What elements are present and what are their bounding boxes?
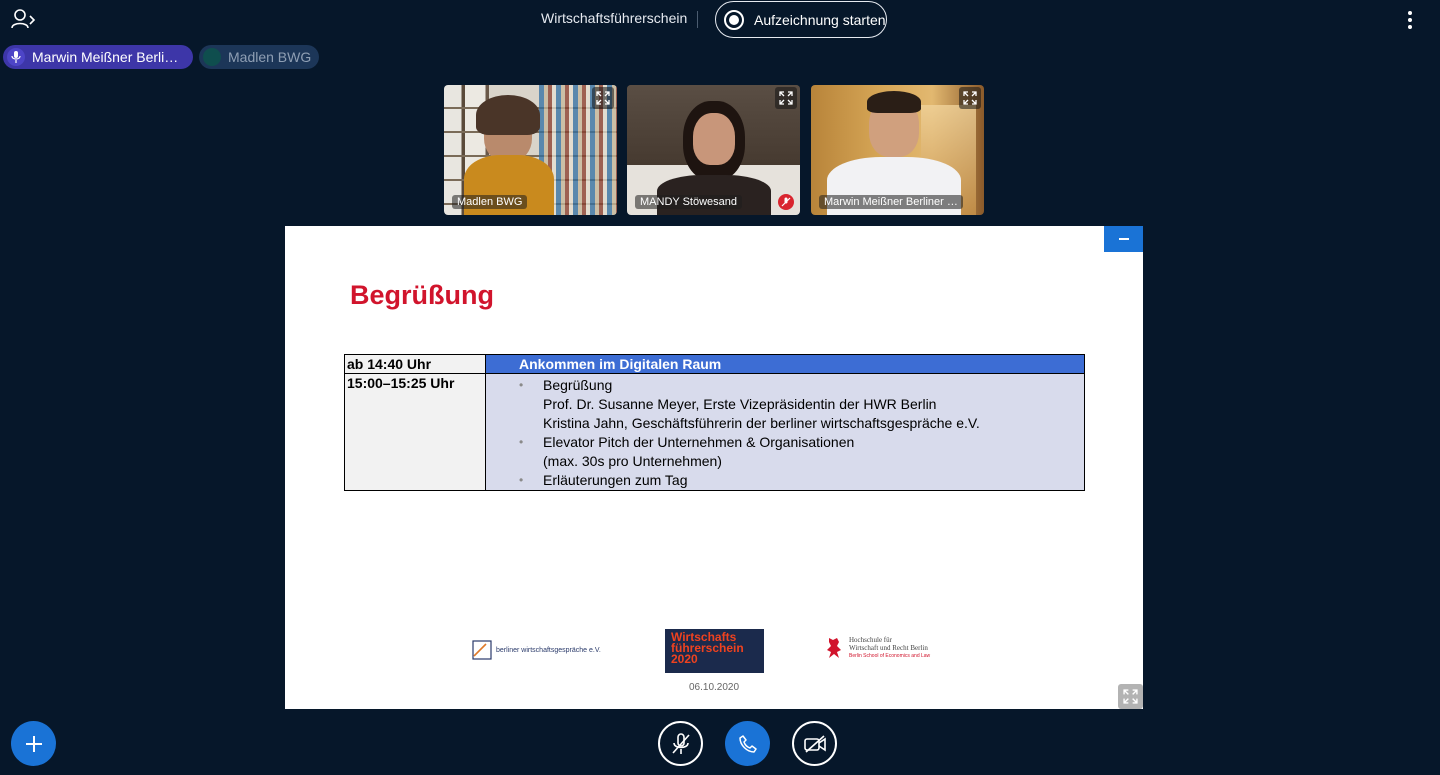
talking-indicator[interactable]: Madlen BWG <box>199 45 319 69</box>
hwr-line: Wirtschaft und Recht Berlin <box>849 644 928 652</box>
expand-icon <box>779 91 793 105</box>
microphone-muted-icon <box>671 732 690 754</box>
phone-icon <box>738 734 757 753</box>
logo-line: 2020 <box>671 652 698 666</box>
talking-indicator[interactable]: Marwin Meißner Berli… <box>3 45 193 69</box>
mute-button[interactable] <box>658 721 703 766</box>
top-bar: Wirtschaftsführerschein Aufzeichnung sta… <box>0 0 1440 40</box>
more-vertical-icon <box>1408 11 1412 15</box>
leave-audio-button[interactable] <box>725 721 770 766</box>
participant-name[interactable]: Marwin Meißner Berliner … <box>819 195 963 209</box>
list-item: Elevator Pitch der Unternehmen & Organis… <box>519 433 1084 452</box>
user-list-toggle[interactable] <box>10 7 36 31</box>
expand-video-button[interactable] <box>592 87 614 109</box>
agenda-table: ab 14:40 Uhr Ankommen im Digitalen Raum … <box>344 354 1085 491</box>
expand-icon <box>1123 689 1138 704</box>
microphone-icon <box>7 48 25 66</box>
bwg-logo-text: berliner wirtschaftsgespräche e.V. <box>496 646 601 654</box>
list-item: Erläuterungen zum Tag <box>519 471 1084 490</box>
list-item: (max. 30s pro Unternehmen) <box>543 453 722 469</box>
plus-icon <box>25 735 42 752</box>
talking-name: Marwin Meißner Berli… <box>32 49 179 65</box>
title-divider <box>697 11 698 28</box>
video-tile[interactable]: Madlen BWG <box>444 85 617 215</box>
slide-date: 06.10.2020 <box>689 682 740 693</box>
participant-name[interactable]: Madlen BWG <box>452 195 528 209</box>
video-tile[interactable]: MANDY Stöwesand <box>627 85 800 215</box>
video-off-icon <box>803 734 826 753</box>
table-row: 15:00–15:25 Uhr Begrüßung Prof. Dr. Susa… <box>344 373 1085 491</box>
microphone-icon <box>203 48 221 66</box>
participant-name[interactable]: MANDY Stöwesand <box>635 195 743 209</box>
list-item: Begrüßung <box>519 376 1084 395</box>
slide-title: Begrüßung <box>350 280 494 310</box>
actions-button[interactable] <box>11 721 56 766</box>
list-item: Prof. Dr. Susanne Meyer, Erste Vizepräsi… <box>543 396 937 412</box>
hwr-logo: Hochschule für Wirtschaft und Recht Berl… <box>825 636 930 660</box>
list-item: Kristina Jahn, Geschäftsführerin der ber… <box>543 415 980 431</box>
hwr-line: Hochschule für <box>849 636 892 644</box>
talking-name: Madlen BWG <box>228 49 312 65</box>
agenda-items: Begrüßung Prof. Dr. Susanne Meyer, Erste… <box>485 373 1085 491</box>
muted-badge <box>778 194 794 210</box>
agenda-time: 15:00–15:25 Uhr <box>344 373 486 491</box>
expand-icon <box>596 91 610 105</box>
expand-icon <box>963 91 977 105</box>
video-tile[interactable]: Marwin Meißner Berliner … <box>811 85 984 215</box>
table-row: ab 14:40 Uhr Ankommen im Digitalen Raum <box>344 354 1085 374</box>
minimize-presentation-button[interactable] <box>1104 226 1143 252</box>
agenda-time: ab 14:40 Uhr <box>344 354 486 374</box>
options-menu-button[interactable] <box>1402 8 1418 32</box>
presentation-slide: Begrüßung ab 14:40 Uhr Ankommen im Digit… <box>285 226 1143 709</box>
hwr-line: Berlin School of Economics and Law <box>849 653 931 659</box>
bwg-logo-icon <box>472 640 492 660</box>
fullscreen-button[interactable] <box>1118 684 1143 709</box>
minimize-icon <box>1118 238 1129 240</box>
bwg-logo: berliner wirtschaftsgespräche e.V. <box>472 640 601 660</box>
bear-icon <box>827 638 841 658</box>
record-icon <box>724 9 744 30</box>
microphone-muted-icon <box>781 197 791 207</box>
expand-video-button[interactable] <box>959 87 981 109</box>
record-label: Aufzeichnung starten <box>754 11 886 28</box>
meeting-title: Wirtschaftsführerschein <box>541 10 688 26</box>
expand-video-button[interactable] <box>775 87 797 109</box>
user-list-icon <box>11 9 36 29</box>
wirtschaftsfuehrerschein-logo: Wirtschafts führerschein 2020 <box>665 629 764 673</box>
agenda-header: Ankommen im Digitalen Raum <box>485 354 1085 374</box>
share-webcam-button[interactable] <box>792 721 837 766</box>
start-recording-button[interactable]: Aufzeichnung starten <box>715 1 887 38</box>
